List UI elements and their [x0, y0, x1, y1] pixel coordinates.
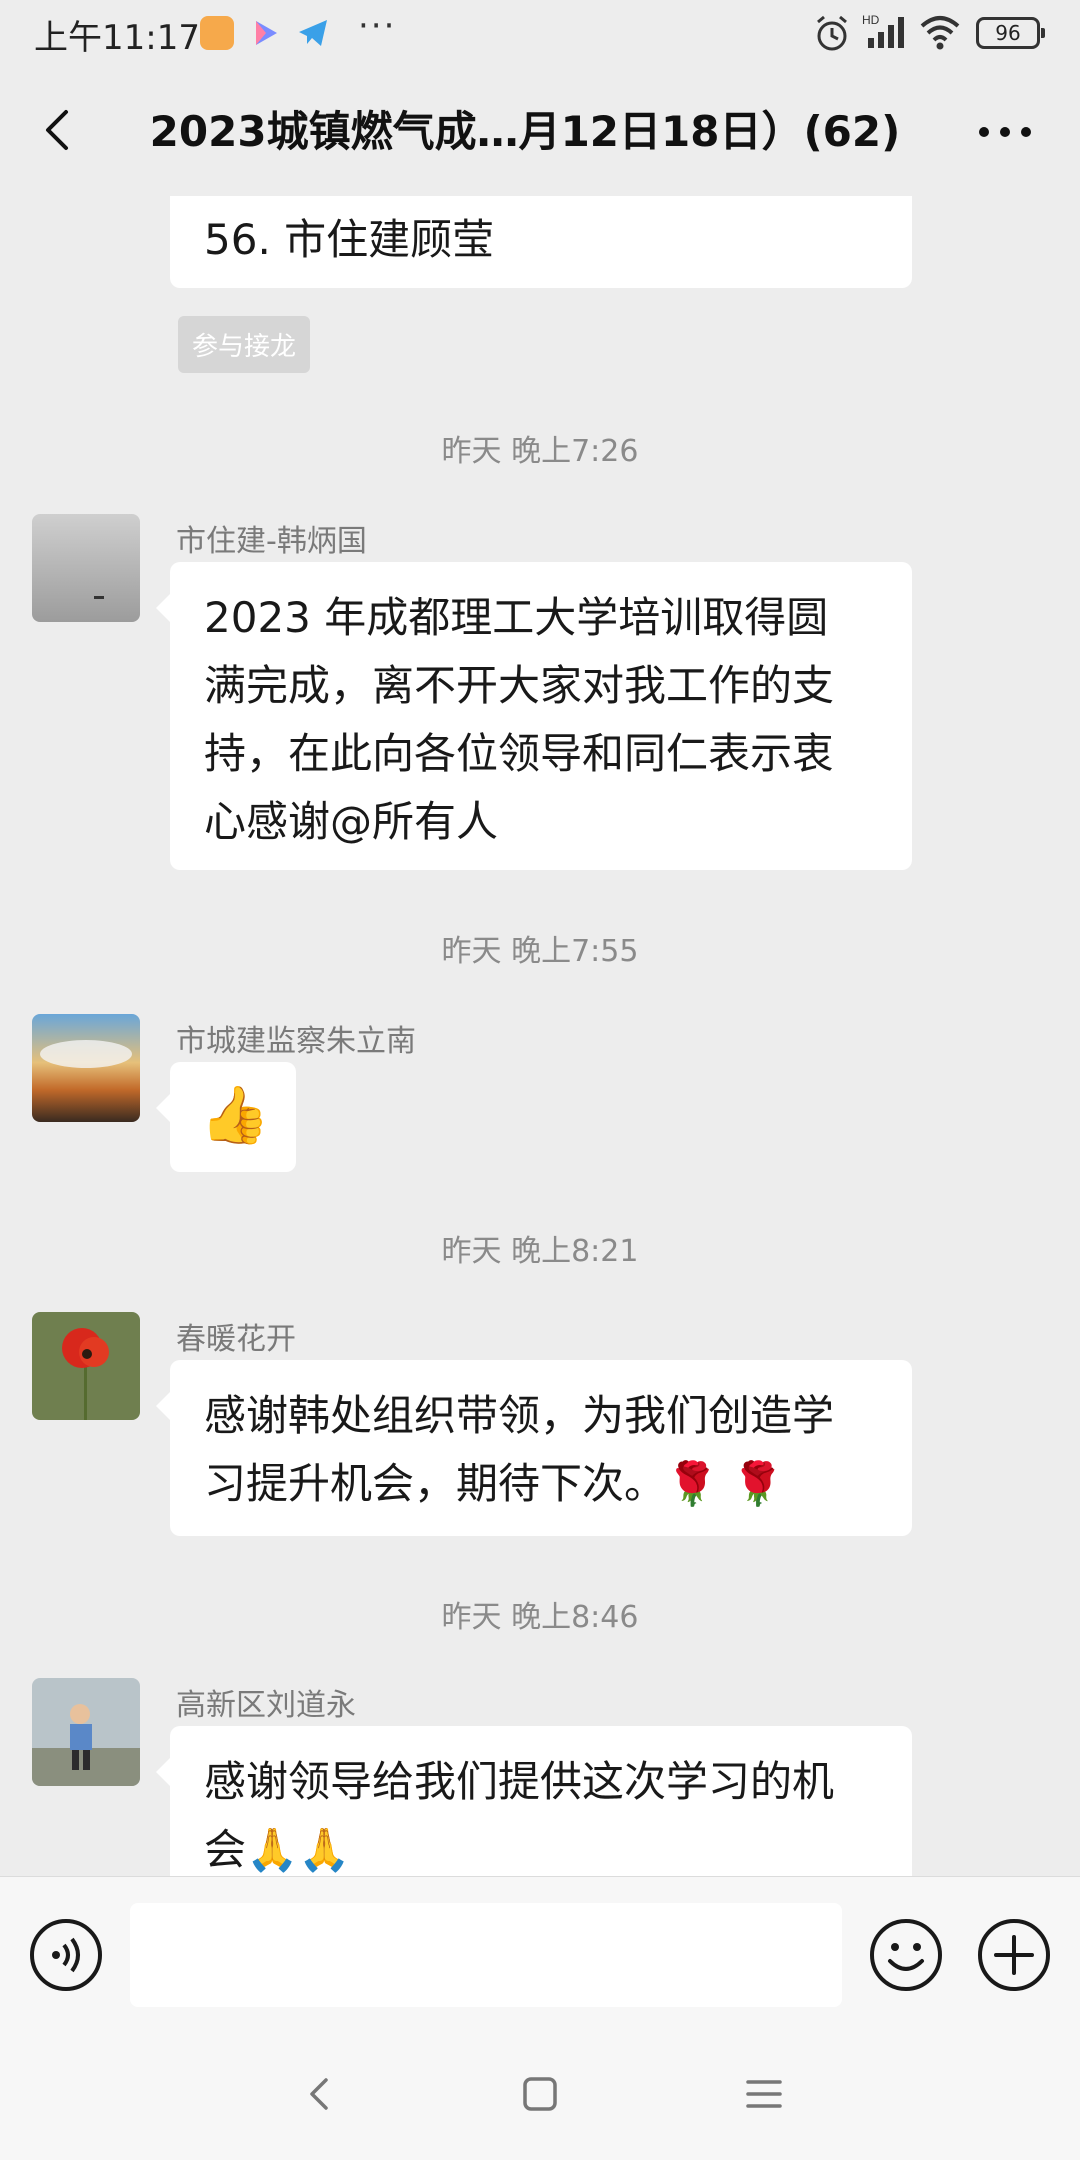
chat-header: 2023城镇燃气成…月12日18日）(62): [0, 70, 1080, 196]
sender-name: 高新区刘道永: [176, 1688, 356, 1723]
sender-name: 春暖花开: [176, 1322, 296, 1357]
back-button[interactable]: [30, 100, 90, 160]
message-input[interactable]: [130, 1903, 842, 2007]
nav-back-icon: [310, 2078, 328, 2110]
timestamp: 昨天 晚上8:21: [441, 1234, 639, 1269]
telegram-app-icon: [296, 16, 330, 50]
chevron-left-icon: [46, 110, 68, 150]
avatar[interactable]: [32, 1312, 140, 1420]
svg-text:HD: HD: [862, 13, 880, 27]
message-bubble[interactable]: 56. 市住建顾莹: [170, 196, 912, 288]
nav-back-button[interactable]: [288, 2062, 352, 2126]
plus-icon: [978, 1919, 1050, 1991]
more-dots-icon: [979, 127, 1031, 137]
message-line: 感谢韩处组织带领，为我们创造学: [204, 1391, 835, 1440]
message-line: 心感谢@所有人: [204, 797, 499, 846]
sender-name: 市城建监察朱立南: [176, 1024, 416, 1059]
nav-menu-button[interactable]: [732, 2062, 796, 2126]
emoji-icon: [870, 1919, 942, 1991]
nav-home-button[interactable]: [508, 2062, 572, 2126]
message-bubble[interactable]: 感谢韩处组织带领，为我们创造学 习提升机会，期待下次。🌹 🌹: [156, 1360, 912, 1536]
more-options-button[interactable]: [970, 104, 1040, 160]
thumbs-up-emoji: 👍: [200, 1083, 270, 1148]
battery-indicator: 96: [976, 17, 1045, 49]
notes-app-icon: [200, 16, 234, 50]
nav-menu-icon: [746, 2080, 782, 2108]
message-line: 持，在此向各位领导和同仁表示衷: [204, 729, 835, 778]
chat-title: 2023城镇燃气成…月12日18日）(62): [149, 107, 901, 156]
voice-icon: [30, 1919, 102, 1991]
chat-screen: 上午11:17 ··· HD 96 2023城镇燃气成…月12日18日）(62)…: [0, 0, 1080, 2160]
status-more-dots: ···: [358, 6, 397, 46]
voice-button[interactable]: [28, 1917, 104, 1993]
nav-home-icon: [523, 2077, 557, 2111]
sender-name: 市住建-韩炳国: [176, 524, 367, 559]
avatar[interactable]: [32, 1014, 140, 1122]
plus-button[interactable]: [976, 1917, 1052, 1993]
signal-icon: HD: [862, 13, 904, 48]
timestamp: 昨天 晚上7:26: [441, 434, 639, 469]
play-app-icon: [248, 16, 282, 50]
message-line: 感谢领导给我们提供这次学习的机: [204, 1757, 835, 1806]
timestamp: 昨天 晚上8:46: [441, 1600, 639, 1635]
status-time: 上午11:17: [34, 18, 200, 58]
message-list[interactable]: 56. 市住建顾莹 参与接龙 昨天 晚上7:26 市住建-韩炳国 2023 年成…: [0, 196, 1080, 1876]
message-line: 满完成，离不开大家对我工作的支: [204, 661, 835, 710]
join-chain-button[interactable]: 参与接龙: [178, 316, 311, 373]
timestamp: 昨天 晚上7:55: [441, 934, 639, 969]
message-bubble[interactable]: 感谢领导给我们提供这次学习的机 会🙏🙏: [156, 1726, 912, 1876]
message-bubble[interactable]: 👍: [156, 1062, 296, 1172]
avatar[interactable]: [32, 514, 140, 622]
message-bubble[interactable]: 2023 年成都理工大学培训取得圆 满完成，离不开大家对我工作的支 持，在此向各…: [156, 562, 912, 870]
message-text: 56. 市住建顾莹: [204, 215, 495, 264]
message-line: 会🙏🙏: [204, 1825, 351, 1874]
status-bar: 上午11:17 ··· HD 96: [0, 0, 1080, 70]
emoji-button[interactable]: [868, 1917, 944, 1993]
message-line: 习提升机会，期待下次。🌹 🌹: [204, 1459, 784, 1508]
navigation-bar: [0, 2030, 1080, 2160]
avatar[interactable]: [32, 1678, 140, 1786]
input-bar: [0, 1876, 1080, 2031]
wifi-icon: [920, 16, 960, 50]
alarm-icon: [817, 15, 847, 51]
message-line: 2023 年成都理工大学培训取得圆: [204, 593, 829, 642]
